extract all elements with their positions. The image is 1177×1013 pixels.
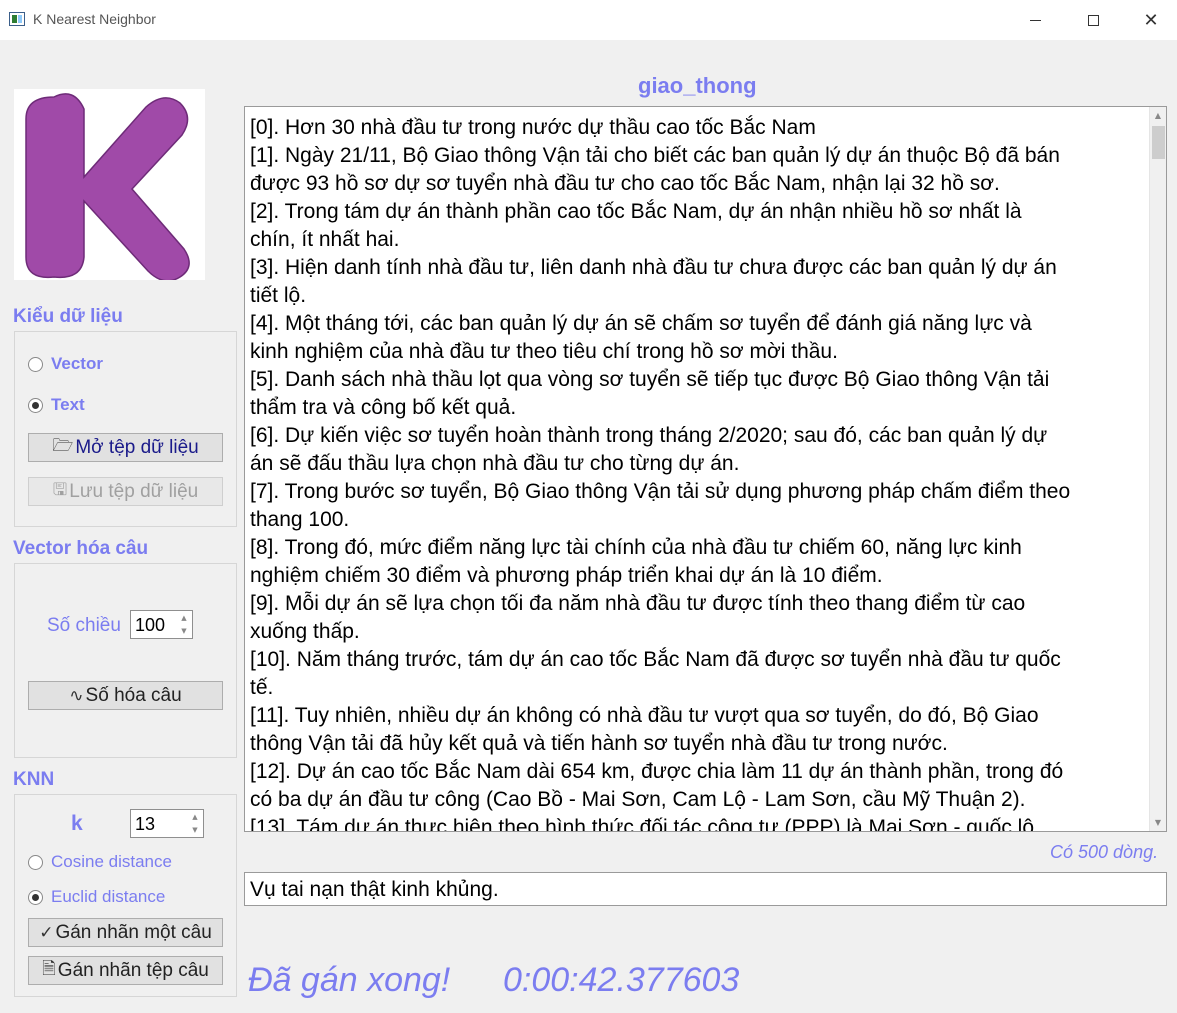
vectorize-label: Vector hóa câu [13,538,149,559]
scroll-down-icon[interactable]: ▼ [1150,814,1166,831]
open-data-file-label: Mở tệp dữ liệu [75,436,199,458]
app-icon [9,12,25,26]
euclid-distance-label: Euclid distance [51,887,166,906]
save-data-file-label: Lưu tệp dữ liệu [69,480,199,502]
sentence-line: tiết lộ. [250,284,307,307]
radio-unchecked-icon [28,356,43,372]
status-text: Đã gán xong! [248,961,451,999]
scroll-up-icon[interactable]: ▲ [1150,107,1166,124]
sentence-line: [0]. Hơn 30 nhà đầu tư trong nước dự thầ… [250,116,816,139]
vectorize-groupbox [14,563,237,758]
scroll-thumb[interactable] [1152,126,1165,159]
class-title: giao_thong [638,73,757,98]
spin-up-icon[interactable]: ▲ [187,810,203,824]
curve-icon: ∿ [69,685,84,706]
vectorize-button[interactable]: ∿ Số hóa câu [28,681,223,710]
radio-checked-icon [28,397,43,413]
spin-down-icon[interactable]: ▼ [176,625,192,639]
maximize-icon [1087,14,1099,26]
sentence-line: [4]. Một tháng tới, các ban quản lý dự á… [250,312,1032,335]
sentence-line: [13]. Tám dự án thực hiện theo hình thức… [250,816,1035,832]
sentence-line: tế. [250,676,274,699]
sentence-line: [1]. Ngày 21/11, Bộ Giao thông Vận tải c… [250,144,1060,167]
save-data-file-button[interactable]: 🖫 Lưu tệp dữ liệu [28,477,223,506]
k-label: k [71,812,83,835]
k-value: 13 [135,814,156,834]
sentence-line: án sẽ đấu thầu lựa chọn nhà đầu tư cho t… [250,452,740,475]
sentence-line: thẩm tra và công bố kết quả. [250,396,517,419]
sentence-line: thông Vận tải đã hủy kết quả và tiến hàn… [250,732,948,755]
title-bar: K Nearest Neighbor ✕ [0,0,1177,40]
vector-radio[interactable]: Vector [28,354,103,374]
sentence-line: [2]. Trong tám dự án thành phần cao tốc … [250,200,1022,223]
sentence-line: [8]. Trong đó, mức điểm năng lực tài chí… [250,536,1022,559]
radio-checked-icon [28,889,43,905]
vector-radio-label: Vector [51,354,103,373]
sentence-line: [12]. Dự án cao tốc Bắc Nam dài 654 km, … [250,760,1064,783]
folder-open-icon: 🗁 [52,436,74,456]
vertical-scrollbar[interactable]: ▲ ▼ [1149,107,1166,831]
dimensions-spinbox[interactable]: 100 ▲ ▼ [130,610,193,639]
sentence-input[interactable]: Vụ tai nạn thật kinh khủng. [244,872,1167,906]
sentence-line: [3]. Hiện danh tính nhà đầu tư, liên dan… [250,256,1057,279]
sentence-line: [7]. Trong bước sơ tuyển, Bộ Giao thông … [250,480,1071,503]
k-logo-icon [25,93,190,282]
spin-down-icon[interactable]: ▼ [187,824,203,838]
label-one-sentence-button[interactable]: ✓ Gán nhãn một câu [28,918,223,947]
close-icon: ✕ [1143,9,1159,31]
radio-unchecked-icon [28,854,43,870]
euclid-distance-radio[interactable]: Euclid distance [28,887,165,907]
dimensions-label: Số chiều [47,615,121,636]
sentence-line: thang 100. [250,508,350,531]
app-logo [14,89,205,282]
cosine-distance-label: Cosine distance [51,852,172,871]
sentence-line: [5]. Danh sách nhà thầu lọt qua vòng sơ … [250,368,1050,391]
label-file-label: Gán nhãn tệp câu [57,959,209,981]
spin-arrows[interactable]: ▲ ▼ [176,611,192,638]
line-count: Có 500 dòng. [1050,842,1159,862]
knn-label: KNN [13,769,55,790]
spin-arrows[interactable]: ▲ ▼ [187,810,203,837]
sentence-line: kinh nghiệm của nhà đầu tư theo tiêu chí… [250,340,838,363]
sentences-textbox[interactable]: [0]. Hơn 30 nhà đầu tư trong nước dự thầ… [244,106,1167,832]
window-title: K Nearest Neighbor [33,11,156,27]
text-radio-label: Text [51,395,85,414]
dimensions-value: 100 [135,615,166,635]
open-data-file-button[interactable]: 🗁 Mở tệp dữ liệu [28,433,223,462]
vectorize-button-label: Số hóa câu [85,684,182,706]
sentence-line: [6]. Dự kiến việc sơ tuyển hoàn thành tr… [250,424,1048,447]
checkmark-icon: ✓ [39,922,54,943]
close-button[interactable]: ✕ [1122,0,1177,40]
document-icon: 🗎 [42,959,56,979]
sentence-input-value: Vụ tai nạn thật kinh khủng. [250,878,499,901]
sentence-line: được 93 hồ sơ dự sơ tuyển nhà đầu tư cho… [250,172,1000,195]
sentence-line: [9]. Mỗi dự án sẽ lựa chọn tối đa năm nh… [250,592,1026,615]
elapsed-time: 0:00:42.377603 [503,961,740,999]
spin-up-icon[interactable]: ▲ [176,611,192,625]
save-icon: 🖫 [52,480,68,500]
sentence-line: nghiệm chiếm 30 điểm và phương pháp triể… [250,564,883,587]
text-radio[interactable]: Text [28,395,85,415]
sentence-line: chín, ít nhất hai. [250,228,400,251]
minimize-icon [1029,19,1041,21]
label-one-sentence-label: Gán nhãn một câu [55,921,212,943]
data-type-label: Kiểu dữ liệu [13,306,123,327]
minimize-button[interactable] [1006,0,1064,40]
cosine-distance-radio[interactable]: Cosine distance [28,852,172,872]
sentence-line: [11]. Tuy nhiên, nhiều dự án không có nh… [250,704,1039,727]
maximize-button[interactable] [1064,0,1122,40]
label-file-button[interactable]: 🗎 Gán nhãn tệp câu [28,956,223,985]
k-spinbox[interactable]: 13 ▲ ▼ [130,809,204,838]
sentences-list: [0]. Hơn 30 nhà đầu tư trong nước dự thầ… [250,114,1148,832]
sentence-line: xuống thấp. [250,620,360,643]
sentence-line: có ba dự án đầu tư công (Cao Bồ - Mai Sơ… [250,788,1026,811]
sentence-line: [10]. Năm tháng trước, tám dự án cao tốc… [250,648,1061,671]
